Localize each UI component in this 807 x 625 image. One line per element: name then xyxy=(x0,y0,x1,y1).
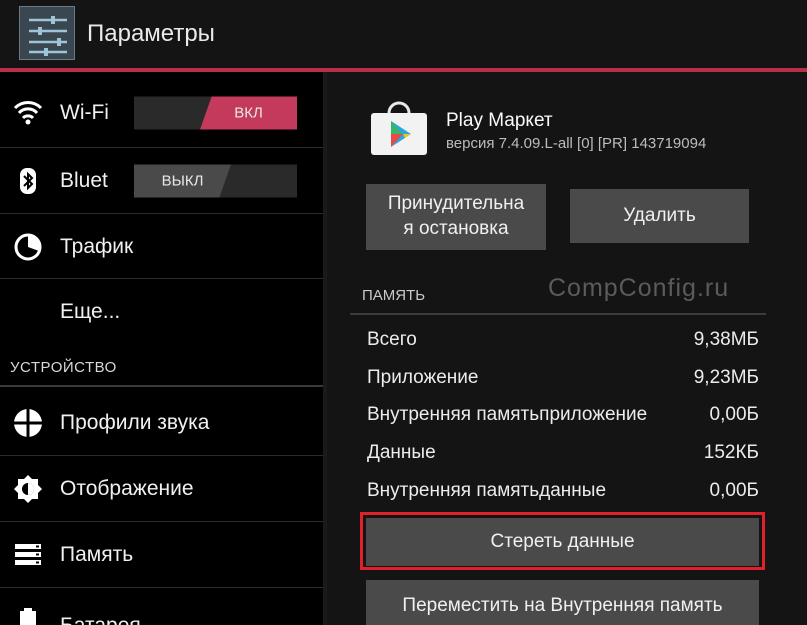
memory-label: Внутренняя памятьприложение xyxy=(367,404,648,425)
move-to-internal-button[interactable]: Переместить на Внутренняя память xyxy=(366,580,759,625)
settings-item-label: Батарея xyxy=(60,614,141,625)
settings-item-sound[interactable]: Профили звука xyxy=(0,390,323,456)
memory-value: 9,23МБ xyxy=(693,367,759,388)
app-version: версия 7.4.09.L-all [0] [PR] 143719094 xyxy=(446,135,707,152)
highlight-frame xyxy=(360,512,765,570)
memory-icon xyxy=(12,539,44,571)
memory-label: Данные xyxy=(367,442,436,463)
memory-section-header: ПАМЯТЬ xyxy=(362,287,426,304)
memory-row-data: Данные 152КБ xyxy=(367,442,759,472)
settings-item-battery[interactable]: Батарея xyxy=(0,588,323,625)
settings-item-label: Трафик xyxy=(60,235,134,258)
memory-value: 152КБ xyxy=(703,442,759,463)
bluetooth-toggle-state: ВЫКЛ xyxy=(134,164,231,198)
settings-item-traffic[interactable]: Трафик xyxy=(0,214,323,280)
settings-list: Wi-Fi ВКЛ Bluet ВЫКЛ Трафик Еще... УСТРО… xyxy=(0,72,323,625)
display-icon xyxy=(12,473,44,505)
section-header-device: УСТРОЙСТВО xyxy=(10,359,117,376)
watermark: CompConfig.ru xyxy=(548,274,730,302)
memory-value: 0,00Б xyxy=(709,404,759,425)
memory-row-total: Всего 9,38МБ xyxy=(367,329,759,359)
memory-row-internal-data: Внутренняя памятьданные 0,00Б xyxy=(367,480,759,510)
force-stop-label-line2: я остановка xyxy=(403,218,509,239)
force-stop-label-line1: Принудительна xyxy=(387,193,525,215)
uninstall-button[interactable]: Удалить xyxy=(570,189,749,243)
action-bar: Параметры xyxy=(0,0,807,68)
settings-icon[interactable] xyxy=(19,6,75,60)
settings-item-memory[interactable]: Память xyxy=(0,522,323,588)
memory-section-divider xyxy=(350,313,766,315)
memory-label: Всего xyxy=(367,329,417,350)
settings-item-display[interactable]: Отображение xyxy=(0,456,323,522)
settings-item-label: Bluet xyxy=(60,169,108,192)
memory-value: 9,38МБ xyxy=(693,329,759,350)
section-divider xyxy=(0,385,323,387)
bluetooth-toggle[interactable]: ВЫКЛ xyxy=(134,164,297,198)
battery-icon xyxy=(12,606,44,625)
memory-row-app: Приложение 9,23МБ xyxy=(367,367,759,397)
play-store-icon xyxy=(369,101,429,157)
traffic-icon xyxy=(12,231,44,263)
force-stop-button[interactable]: Принудительна я остановка xyxy=(366,184,546,250)
settings-item-label: Wi-Fi xyxy=(60,101,109,124)
settings-item-label: Память xyxy=(60,543,134,566)
wifi-toggle[interactable]: ВКЛ xyxy=(134,96,297,130)
settings-item-label: Еще... xyxy=(60,300,121,323)
memory-value: 0,00Б xyxy=(709,480,759,501)
settings-item-bluetooth[interactable]: Bluet ВЫКЛ xyxy=(0,148,323,214)
wifi-icon xyxy=(12,97,44,129)
settings-item-label: Отображение xyxy=(60,477,194,500)
memory-label: Внутренняя памятьданные xyxy=(367,480,607,501)
wifi-toggle-state: ВКЛ xyxy=(200,96,297,130)
settings-item-label: Профили звука xyxy=(60,411,210,434)
settings-item-more[interactable]: Еще... xyxy=(0,279,323,345)
memory-label: Приложение xyxy=(367,367,479,388)
bluetooth-icon xyxy=(12,165,44,197)
page-title: Параметры xyxy=(87,20,215,47)
settings-item-wifi[interactable]: Wi-Fi ВКЛ xyxy=(0,80,323,146)
memory-row-internal-app: Внутренняя памятьприложение 0,00Б xyxy=(367,404,759,434)
app-name: Play Маркет xyxy=(446,110,553,131)
sound-icon xyxy=(12,407,44,439)
